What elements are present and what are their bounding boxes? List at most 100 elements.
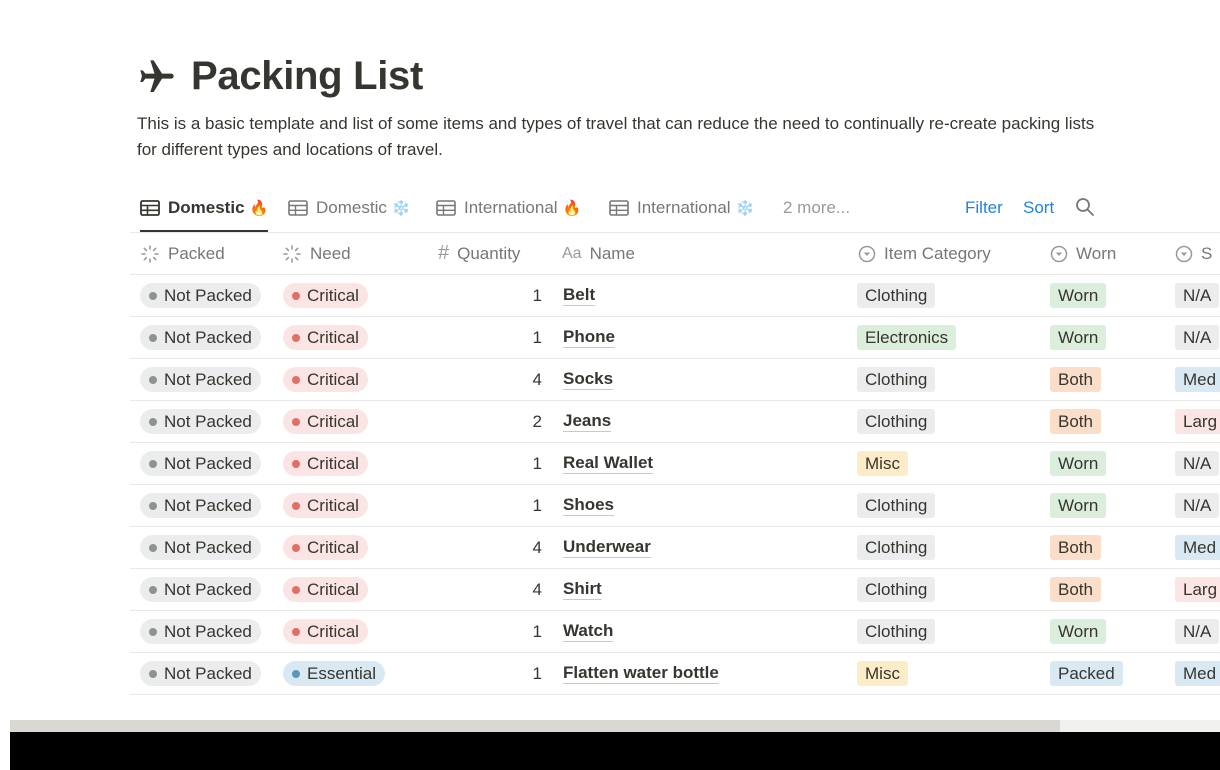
size-cell[interactable]: Larg [1175, 569, 1220, 610]
table-row[interactable]: Not Packed Essential 1 Flatten water bottle… [130, 653, 1220, 695]
quantity-cell[interactable]: 1 [442, 485, 542, 526]
tab-domestic-hot[interactable]: Domestic 🔥 [140, 188, 269, 232]
worn-cell[interactable]: Both [1050, 527, 1101, 568]
size-cell[interactable]: Larg [1175, 401, 1220, 442]
need-cell[interactable]: Critical [283, 359, 368, 400]
table-row[interactable]: Not Packed Critical 1 Watch Clothing Worn N/A [130, 611, 1220, 653]
column-header-packed[interactable]: Packed [140, 233, 225, 274]
tab-international-cold[interactable]: International ❄️ [609, 188, 754, 228]
item-category-cell[interactable]: Electronics [857, 317, 957, 358]
need-cell[interactable]: Critical [283, 317, 368, 358]
item-name-link[interactable]: Watch [563, 621, 614, 642]
filter-button[interactable]: Filter [965, 188, 1003, 228]
item-name-link[interactable]: Underwear [563, 537, 651, 558]
packed-cell[interactable]: Not Packed [140, 317, 261, 358]
tab-international-hot[interactable]: International 🔥 [436, 188, 581, 228]
worn-cell[interactable]: Worn [1050, 611, 1107, 652]
size-cell[interactable]: Med [1175, 653, 1220, 694]
packed-cell[interactable]: Not Packed [140, 527, 261, 568]
table-row[interactable]: Not Packed Critical 4 Underwear Clothing Both… [130, 527, 1220, 569]
table-row[interactable]: Not Packed Critical 4 Socks Clothing Both Med [130, 359, 1220, 401]
size-cell[interactable]: Med [1175, 527, 1220, 568]
table-row[interactable]: Not Packed Critical 1 Real Wallet Misc Worn N/… [130, 443, 1220, 485]
table-row[interactable]: Not Packed Critical 1 Phone Electronics Worn N… [130, 317, 1220, 359]
item-name-link[interactable]: Shirt [563, 579, 602, 600]
table-row[interactable]: Not Packed Critical 1 Belt Clothing Worn N/A [130, 275, 1220, 317]
packed-cell[interactable]: Not Packed [140, 611, 261, 652]
column-header-name[interactable]: Aa Name [562, 233, 635, 274]
worn-cell[interactable]: Both [1050, 401, 1101, 442]
name-cell[interactable]: Phone [563, 317, 615, 358]
quantity-cell[interactable]: 1 [442, 443, 542, 484]
search-icon[interactable] [1075, 197, 1095, 222]
table-row[interactable]: Not Packed Critical 1 Shoes Clothing Worn N/A [130, 485, 1220, 527]
item-category-cell[interactable]: Clothing [857, 611, 936, 652]
item-category-cell[interactable]: Clothing [857, 485, 936, 526]
column-header-worn[interactable]: Worn [1050, 233, 1116, 274]
quantity-cell[interactable]: 4 [442, 569, 542, 610]
quantity-cell[interactable]: 1 [442, 317, 542, 358]
packed-cell[interactable]: Not Packed [140, 443, 261, 484]
packed-cell[interactable]: Not Packed [140, 569, 261, 610]
item-category-cell[interactable]: Misc [857, 653, 908, 694]
quantity-cell[interactable]: 1 [442, 653, 542, 694]
item-name-link[interactable]: Jeans [563, 411, 612, 432]
table-row[interactable]: Not Packed Critical 4 Shirt Clothing Both Larg [130, 569, 1220, 611]
need-cell[interactable]: Critical [283, 527, 368, 568]
name-cell[interactable]: Real Wallet [563, 443, 654, 484]
need-cell[interactable]: Essential [283, 653, 385, 694]
worn-cell[interactable]: Worn [1050, 485, 1107, 526]
need-cell[interactable]: Critical [283, 569, 368, 610]
size-cell[interactable]: N/A [1175, 317, 1220, 358]
column-header-need[interactable]: Need [282, 233, 351, 274]
airplane-icon[interactable] [137, 55, 177, 99]
need-cell[interactable]: Critical [283, 443, 368, 484]
page-title[interactable]: Packing List [191, 54, 423, 99]
item-category-cell[interactable]: Clothing [857, 569, 936, 610]
size-cell[interactable]: N/A [1175, 275, 1220, 316]
worn-cell[interactable]: Worn [1050, 317, 1107, 358]
item-name-link[interactable]: Phone [563, 327, 615, 348]
name-cell[interactable]: Socks [563, 359, 614, 400]
item-name-link[interactable]: Real Wallet [563, 453, 654, 474]
worn-cell[interactable]: Both [1050, 569, 1101, 610]
need-cell[interactable]: Critical [283, 401, 368, 442]
quantity-cell[interactable]: 1 [442, 611, 542, 652]
name-cell[interactable]: Watch [563, 611, 614, 652]
name-cell[interactable]: Shoes [563, 485, 615, 526]
table-row[interactable]: Not Packed Critical 2 Jeans Clothing Both Larg [130, 401, 1220, 443]
sort-button[interactable]: Sort [1023, 188, 1054, 228]
name-cell[interactable]: Shirt [563, 569, 602, 610]
worn-cell[interactable]: Packed [1050, 653, 1123, 694]
item-category-cell[interactable]: Clothing [857, 275, 936, 316]
worn-cell[interactable]: Worn [1050, 275, 1107, 316]
size-cell[interactable]: N/A [1175, 485, 1220, 526]
size-cell[interactable]: N/A [1175, 611, 1220, 652]
name-cell[interactable]: Jeans [563, 401, 612, 442]
name-cell[interactable]: Flatten water bottle [563, 653, 719, 694]
packed-cell[interactable]: Not Packed [140, 275, 261, 316]
item-name-link[interactable]: Shoes [563, 495, 615, 516]
scrollbar-thumb[interactable] [10, 720, 1060, 732]
column-header-size[interactable]: S [1175, 233, 1212, 274]
more-views-button[interactable]: 2 more... [783, 188, 850, 228]
size-cell[interactable]: Med [1175, 359, 1220, 400]
quantity-cell[interactable]: 4 [442, 527, 542, 568]
item-name-link[interactable]: Socks [563, 369, 614, 390]
item-category-cell[interactable]: Clothing [857, 527, 936, 568]
need-cell[interactable]: Critical [283, 275, 368, 316]
column-header-quantity[interactable]: # Quantity [438, 233, 520, 274]
size-cell[interactable]: N/A [1175, 443, 1220, 484]
need-cell[interactable]: Critical [283, 485, 368, 526]
worn-cell[interactable]: Worn [1050, 443, 1107, 484]
packed-cell[interactable]: Not Packed [140, 485, 261, 526]
need-cell[interactable]: Critical [283, 611, 368, 652]
tab-domestic-cold[interactable]: Domestic ❄️ [288, 188, 411, 228]
packed-cell[interactable]: Not Packed [140, 653, 261, 694]
packed-cell[interactable]: Not Packed [140, 359, 261, 400]
item-category-cell[interactable]: Misc [857, 443, 908, 484]
column-header-item-category[interactable]: Item Category [858, 233, 991, 274]
item-name-link[interactable]: Belt [563, 285, 596, 306]
name-cell[interactable]: Underwear [563, 527, 651, 568]
item-category-cell[interactable]: Clothing [857, 359, 936, 400]
